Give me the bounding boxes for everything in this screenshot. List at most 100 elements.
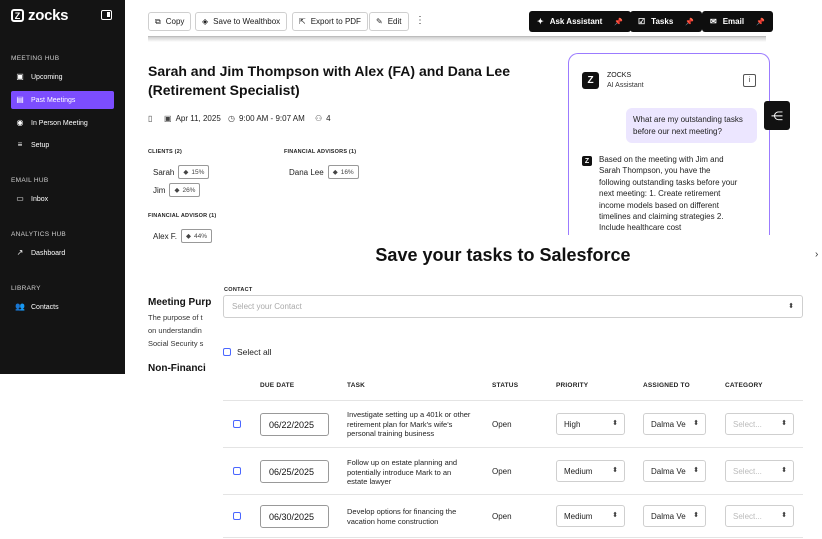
- pin-icon[interactable]: 📌: [685, 18, 694, 26]
- table-divider: [223, 537, 803, 538]
- save-to-wealthbox-button[interactable]: ◈ Save to Wealthbox: [195, 12, 288, 31]
- select-arrows-icon: ⬍: [781, 467, 787, 474]
- waveform-icon: ◆: [183, 169, 189, 176]
- section-library: LIBRARY: [11, 285, 41, 292]
- talk-share-value: 44%: [194, 232, 208, 240]
- client-row: Sarah ◆ 15%: [153, 165, 210, 179]
- sidebar-item-inbox[interactable]: ▭ Inbox: [11, 190, 114, 208]
- task-check-icon: ☑: [638, 17, 646, 26]
- meeting-attendees: ⚇ 4: [315, 114, 331, 123]
- edit-button-label: Edit: [387, 17, 402, 26]
- section-email-hub: EMAIL HUB: [11, 177, 49, 184]
- email-button[interactable]: ✉ Email 📌: [702, 11, 773, 32]
- pin-icon[interactable]: 📌: [756, 18, 765, 26]
- category-placeholder: Select...: [733, 466, 762, 476]
- category-select[interactable]: Select... ⬍: [725, 413, 794, 435]
- select-arrows-icon: ⬍: [693, 512, 699, 519]
- category-select[interactable]: Select... ⬍: [725, 460, 794, 482]
- task-status: Open: [492, 420, 512, 429]
- page-title: Sarah and Jim Thompson with Alex (FA) an…: [148, 63, 510, 98]
- select-arrows-icon: ⬍: [612, 512, 618, 519]
- due-date-input[interactable]: 06/22/2025: [260, 413, 329, 436]
- advisor-row: Alex F. ◆ 44%: [153, 229, 213, 243]
- copy-icon: ⧉: [155, 16, 161, 26]
- select-arrows-icon: ⬍: [693, 467, 699, 474]
- priority-select[interactable]: High ⬍: [556, 413, 625, 435]
- meeting-meta: ▯: [148, 114, 152, 123]
- share-icon: ⋲: [771, 108, 783, 123]
- non-financial-heading: Non-Financi: [148, 363, 206, 374]
- info-icon[interactable]: i: [743, 74, 756, 87]
- priority-select[interactable]: Medium ⬍: [556, 505, 625, 527]
- ask-assistant-button[interactable]: ✦ Ask Assistant 📌: [529, 11, 632, 32]
- brand-logo[interactable]: Z zocks: [11, 7, 69, 24]
- select-arrows-icon: ⬍: [693, 420, 699, 427]
- due-date-input[interactable]: 06/30/2025: [260, 505, 329, 528]
- share-button[interactable]: ⋲: [764, 101, 790, 130]
- sidebar: Z zocks MEETING HUB ▣ Upcoming ▤ Past Me…: [0, 0, 125, 374]
- more-options-icon[interactable]: ⋮: [415, 15, 425, 26]
- clients-label: CLIENTS (2): [148, 149, 182, 155]
- pin-icon[interactable]: 📌: [614, 18, 623, 26]
- category-select[interactable]: Select... ⬍: [725, 505, 794, 527]
- select-arrows-icon: ⬍: [788, 302, 794, 310]
- calendar-check-icon: ▤: [16, 95, 24, 104]
- copy-button[interactable]: ⧉ Copy: [148, 12, 192, 31]
- assigned-to-select[interactable]: Dalma Ve ⬍: [643, 505, 706, 527]
- user-icon: ⚇: [315, 114, 323, 123]
- select-arrows-icon: ⬍: [612, 420, 618, 427]
- ai-assistant-panel: Z ZOCKS AI Assistant i What are my outst…: [568, 53, 770, 235]
- sidebar-item-label: Contacts: [31, 303, 59, 311]
- purpose-line: The purpose of t: [148, 313, 203, 322]
- task-status: Open: [492, 467, 512, 476]
- edit-button[interactable]: ✎ Edit: [369, 12, 409, 31]
- sidebar-item-past-meetings[interactable]: ▤ Past Meetings: [11, 91, 114, 109]
- priority-value: Medium: [564, 511, 593, 521]
- sidebar-item-setup[interactable]: ≡ Setup: [11, 136, 114, 154]
- sidebar-item-dashboard[interactable]: ↗ Dashboard: [11, 244, 114, 262]
- column-header-status: STATUS: [492, 382, 519, 389]
- assigned-to-select[interactable]: Dalma Ve ⬍: [643, 413, 706, 435]
- advisor-name: Alex F.: [153, 231, 178, 241]
- assistant-name: ZOCKS: [607, 72, 632, 79]
- contact-placeholder: Select your Contact: [232, 302, 302, 311]
- export-pdf-button[interactable]: ⇱ Export to PDF: [292, 12, 368, 31]
- meeting-purpose-text: The purpose of t on understandin Social …: [148, 311, 203, 350]
- export-icon: ⇱: [299, 17, 306, 26]
- select-all-checkbox[interactable]: Select all: [223, 347, 272, 357]
- row-checkbox[interactable]: [233, 512, 241, 520]
- sidebar-item-upcoming[interactable]: ▣ Upcoming: [11, 68, 114, 86]
- advisor-name: Dana Lee: [289, 167, 324, 177]
- task-description: Follow up on estate planning and potenti…: [347, 458, 458, 486]
- inbox-icon: ▭: [16, 194, 24, 203]
- select-all-label: Select all: [237, 347, 272, 357]
- row-checkbox[interactable]: [233, 420, 241, 428]
- talk-share-value: 15%: [191, 168, 205, 176]
- sidebar-item-contacts[interactable]: 👥 Contacts: [11, 298, 114, 316]
- contact-select[interactable]: Select your Contact ⬍: [223, 295, 803, 318]
- sidebar-collapse-icon[interactable]: [101, 10, 112, 20]
- meeting-purpose-heading: Meeting Purp: [148, 297, 212, 308]
- row-checkbox[interactable]: [233, 467, 241, 475]
- talk-share-value: 26%: [182, 186, 196, 194]
- sidebar-item-label: Inbox: [31, 195, 49, 203]
- category-placeholder: Select...: [733, 511, 762, 521]
- assignee-value: Dalma Ve: [651, 466, 686, 476]
- sidebar-item-in-person-meeting[interactable]: ◉ In Person Meeting: [11, 114, 114, 132]
- export-pdf-label: Export to PDF: [310, 17, 361, 26]
- checkbox[interactable]: [223, 348, 231, 356]
- talk-share-badge: ◆ 44%: [181, 229, 213, 243]
- due-date-input[interactable]: 06/25/2025: [260, 460, 329, 483]
- tasks-button[interactable]: ☑ Tasks 📌: [630, 11, 702, 32]
- talk-share-badge: ◆ 15%: [178, 165, 210, 179]
- assignee-value: Dalma Ve: [651, 511, 686, 521]
- sidebar-item-label: Setup: [31, 141, 50, 149]
- chevron-right-icon[interactable]: ›: [815, 249, 818, 260]
- task-description: Investigate setting up a 401k or other r…: [347, 410, 471, 438]
- priority-value: High: [564, 419, 581, 429]
- priority-select[interactable]: Medium ⬍: [556, 460, 625, 482]
- assigned-to-select[interactable]: Dalma Ve ⬍: [643, 460, 706, 482]
- calendar-icon: ▣: [164, 114, 172, 123]
- clipboard-icon[interactable]: ▯: [148, 114, 152, 123]
- sidebar-item-label: Past Meetings: [31, 96, 76, 104]
